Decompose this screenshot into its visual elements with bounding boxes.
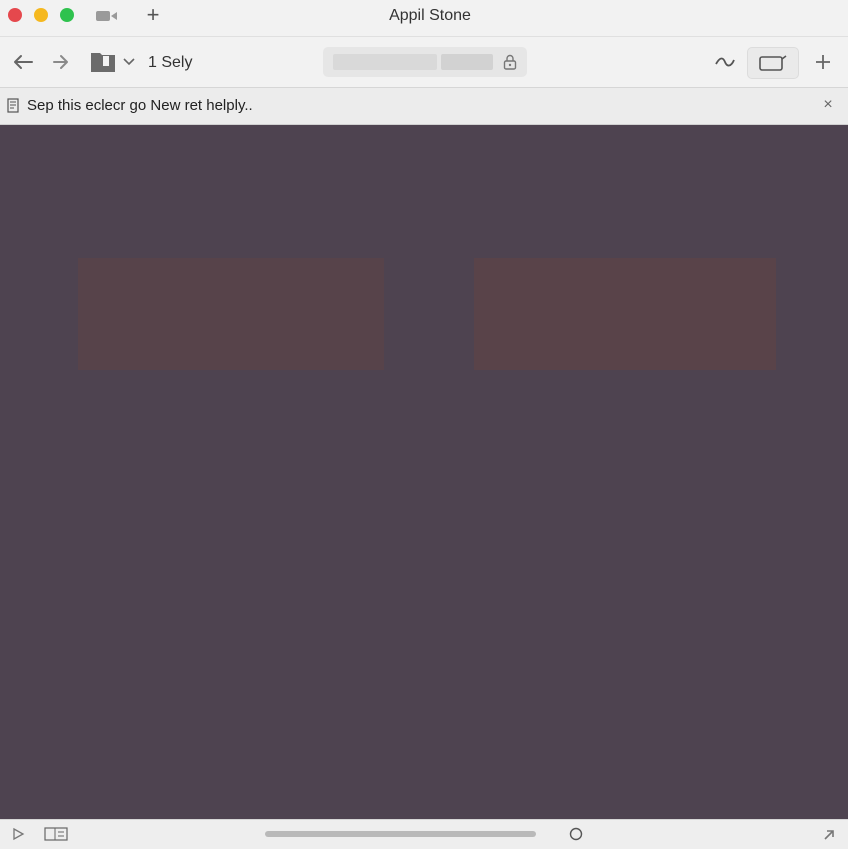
address-placeholder: [333, 54, 437, 70]
arrow-right-icon: [53, 55, 68, 69]
page-content: [0, 125, 848, 819]
content-panel-right: [474, 258, 776, 370]
window-title: Appil Stone: [389, 7, 471, 24]
back-button[interactable]: [10, 50, 36, 74]
close-window-button[interactable]: [8, 8, 22, 22]
lock-icon: [503, 54, 517, 70]
close-icon[interactable]: ×: [818, 95, 838, 115]
content-panel-left: [78, 258, 384, 370]
arrow-left-icon: [14, 55, 33, 69]
circle-icon[interactable]: [569, 827, 583, 841]
tabs-icon: [759, 55, 787, 71]
info-message: Sep this eclecr go New ret helply..: [27, 97, 253, 114]
folder-button[interactable]: [88, 50, 118, 74]
chevron-down-icon[interactable]: [120, 50, 138, 74]
toolbar: 1 Sely: [0, 37, 848, 88]
browser-window: + Appil Stone 1 Sely Sep this eclecr go …: [0, 0, 848, 849]
minimize-window-button[interactable]: [34, 8, 48, 22]
folder-icon: [91, 53, 115, 72]
horizontal-scrollbar[interactable]: [265, 831, 536, 837]
forward-button[interactable]: [48, 50, 74, 74]
arrow-up-right-icon[interactable]: [820, 826, 838, 844]
plus-icon: [816, 55, 830, 69]
maximize-window-button[interactable]: [60, 8, 74, 22]
bottom-bar: [0, 819, 848, 849]
wave-icon[interactable]: [712, 50, 738, 74]
address-bar[interactable]: [323, 47, 527, 77]
sidebar-icon[interactable]: [44, 827, 68, 841]
add-button[interactable]: [810, 50, 836, 74]
info-bar: Sep this eclecr go New ret helply.. ×: [0, 88, 848, 125]
breadcrumb[interactable]: 1 Sely: [148, 54, 192, 72]
document-icon: [7, 98, 19, 113]
camera-icon[interactable]: [96, 10, 118, 22]
play-icon[interactable]: [10, 826, 26, 842]
address-placeholder: [441, 54, 493, 70]
title-bar: + Appil Stone: [0, 0, 848, 37]
new-tab-plus-icon[interactable]: +: [143, 3, 163, 27]
tabs-button[interactable]: [747, 47, 799, 79]
